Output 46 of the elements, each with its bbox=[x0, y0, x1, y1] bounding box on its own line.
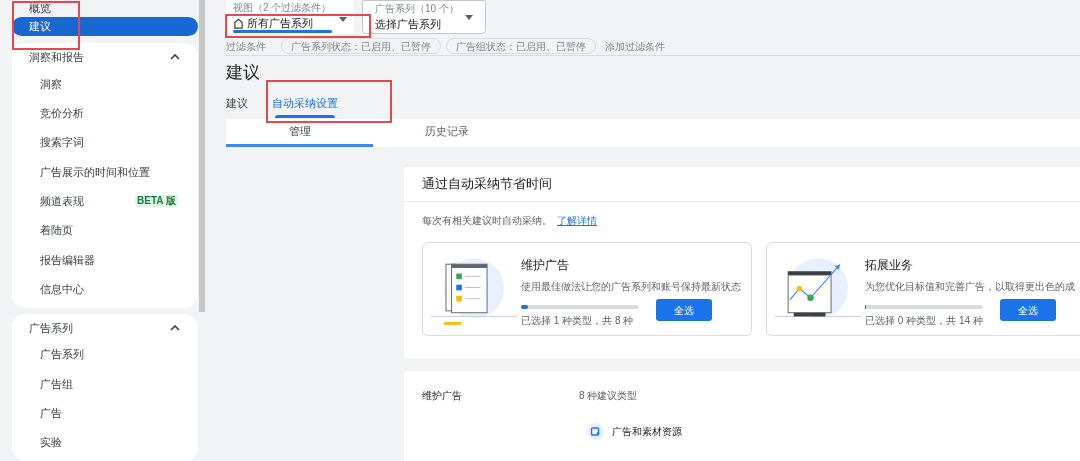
filter-label: 过滤条件 bbox=[226, 39, 266, 54]
nav-item[interactable]: 建议 bbox=[12, 16, 198, 37]
section-title: 广告系列 bbox=[29, 320, 73, 336]
sub-tab[interactable]: 历史记录 bbox=[373, 119, 520, 147]
page-title: 建议 bbox=[226, 62, 261, 84]
highlight-frame bbox=[12, 1, 80, 50]
select-all-button[interactable]: 全选 bbox=[1000, 299, 1056, 321]
card-description: 每次有相关建议时自动采纳。 bbox=[422, 215, 552, 226]
option-description: 使用最佳做法让您的广告系列和账号保持最新状态 bbox=[521, 280, 742, 294]
nav-item[interactable]: 实验 bbox=[40, 434, 62, 451]
dropdown-arrow-icon bbox=[465, 15, 473, 20]
option-description: 为您优化目标值和完善广告，以取得更出色的成 bbox=[865, 280, 1076, 294]
ad-asset-icon bbox=[587, 423, 604, 440]
nav-item[interactable]: 信息中心 bbox=[40, 280, 84, 298]
beta-badge: BETA 版 bbox=[135, 195, 178, 208]
nav-item[interactable]: 搜索字词 bbox=[40, 134, 84, 151]
sub-tab[interactable]: 管理 bbox=[226, 119, 373, 147]
details-label: 维护广告 bbox=[422, 389, 463, 403]
tab[interactable]: 建议 bbox=[226, 94, 248, 118]
tab[interactable]: 自动采纳设置 bbox=[272, 94, 338, 118]
add-filter-link[interactable]: 添加过滤条件 bbox=[605, 38, 665, 54]
scrollbar[interactable] bbox=[199, 0, 205, 312]
learn-more-link[interactable]: 了解详情 bbox=[557, 215, 597, 226]
nav-item[interactable]: 报告编辑器 bbox=[40, 251, 95, 269]
option-title: 维护广告 bbox=[521, 257, 570, 274]
recommendation-count: 8 种建议类型 bbox=[579, 389, 639, 403]
view-dropdown[interactable]: 视图（2 个过滤条件） 所有广告系列 bbox=[226, 0, 354, 34]
nav-item[interactable]: 竞价分析 bbox=[40, 105, 84, 122]
nav-item[interactable]: 广告 bbox=[40, 404, 62, 422]
campaign-dropdown[interactable]: 广告系列（10 个） 选择广告系列 bbox=[362, 0, 486, 34]
nav-item[interactable]: 广告组 bbox=[40, 375, 73, 392]
section-title: 洞察和报告 bbox=[29, 50, 84, 66]
home-icon bbox=[233, 17, 244, 29]
selection-count: 已选择 1 种类型，共 8 种 bbox=[521, 314, 635, 328]
option-title: 拓展业务 bbox=[865, 257, 914, 274]
dropdown-arrow-icon bbox=[339, 16, 347, 22]
recommendation-type: 广告和素材资源 bbox=[612, 425, 682, 439]
select-all-button[interactable]: 全选 bbox=[656, 299, 712, 321]
nav-item[interactable]: 概览 bbox=[12, 0, 198, 18]
nav-item[interactable]: 广告展示的时间和位置 bbox=[40, 163, 150, 181]
nav-item[interactable]: 着陆页 bbox=[40, 222, 73, 239]
selection-count: 已选择 0 种类型，共 14 种 bbox=[865, 314, 983, 328]
nav-item[interactable]: 频道表现 bbox=[40, 193, 84, 210]
nav-item[interactable]: 广告系列 bbox=[40, 346, 84, 363]
card-title: 通过自动采纳节省时间 bbox=[404, 167, 1080, 202]
nav-item[interactable]: 洞察 bbox=[40, 75, 62, 93]
